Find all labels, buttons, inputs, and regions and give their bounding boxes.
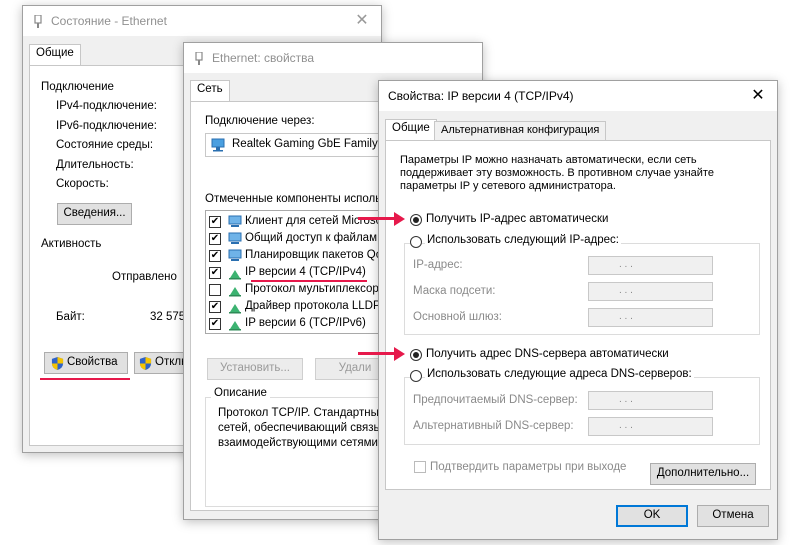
components-list[interactable]: ✔ Клиент для сетей Microsoft ✔ Общий дос…	[205, 210, 395, 334]
ethernet-icon	[195, 52, 203, 65]
tab-general[interactable]: Общие	[385, 119, 437, 141]
alternate-dns-field[interactable]: . . .	[588, 417, 713, 436]
component-label: Протокол мультиплексор	[245, 283, 379, 295]
component-label: IP версии 6 (TCP/IPv6)	[245, 317, 366, 329]
alternate-dns-label: Альтернативный DNS-сервер:	[413, 420, 574, 432]
component-checkbox[interactable]: ✔	[209, 318, 221, 330]
auto-dns-radio[interactable]	[410, 349, 422, 361]
packet-scheduler-icon	[228, 249, 242, 261]
component-checkbox[interactable]: ✔	[209, 301, 221, 313]
intro-line: Параметры IP можно назначать автоматичес…	[400, 154, 697, 166]
ipv4-panel: Параметры IP можно назначать автоматичес…	[385, 140, 771, 490]
network-adapter-icon	[211, 138, 225, 152]
annotation-arrow-auto-dns	[358, 352, 396, 355]
network-client-icon	[228, 215, 242, 227]
details-button[interactable]: Сведения...	[57, 203, 132, 225]
component-checkbox[interactable]: ✔	[209, 233, 221, 245]
eth-props-titlebar[interactable]: Ethernet: свойства	[184, 43, 482, 73]
description-heading: Описание	[211, 387, 270, 399]
protocol-icon	[229, 321, 241, 331]
close-icon[interactable]: ✕	[749, 87, 767, 105]
window-title: Свойства: IP версии 4 (TCP/IPv4)	[388, 89, 574, 103]
component-checkbox[interactable]: ✔	[209, 250, 221, 262]
window-title: Ethernet: свойства	[212, 51, 315, 65]
protocol-icon	[229, 287, 241, 297]
ok-button[interactable]: OK	[616, 505, 688, 527]
close-icon[interactable]: ✕	[353, 12, 371, 30]
status-titlebar[interactable]: Состояние - Ethernet ✕	[23, 6, 381, 36]
auto-ip-radio[interactable]	[410, 214, 422, 226]
install-button[interactable]: Установить...	[207, 358, 303, 380]
ethernet-icon	[34, 15, 42, 28]
component-label: Общий доступ к файлам и	[245, 232, 387, 244]
shield-icon	[139, 357, 152, 370]
component-label: Драйвер протокола LLDP	[245, 300, 381, 312]
ip-address-label: IP-адрес:	[413, 259, 463, 271]
ipv4-label: IPv4-подключение:	[56, 100, 157, 112]
ipv4-titlebar[interactable]: Свойства: IP версии 4 (TCP/IPv4) ✕	[379, 81, 777, 111]
shield-icon	[51, 357, 64, 370]
description-line: взаимодействующими сетями.	[218, 437, 382, 449]
file-sharing-icon	[228, 232, 242, 244]
window-title: Состояние - Ethernet	[51, 14, 167, 28]
activity-heading: Активность	[41, 238, 102, 250]
speed-label: Скорость:	[56, 178, 109, 190]
properties-button[interactable]: Свойства	[44, 352, 128, 374]
connect-via-label: Подключение через:	[205, 115, 315, 127]
properties-annotation-underline	[40, 378, 130, 380]
component-checkbox[interactable]	[209, 284, 221, 296]
component-checkbox[interactable]: ✔	[209, 267, 221, 279]
bytes-label: Байт:	[56, 311, 85, 323]
protocol-icon	[229, 304, 241, 314]
tab-general[interactable]: Общие	[29, 44, 81, 66]
ip-address-field[interactable]: . . .	[588, 256, 713, 275]
description-line: Протокол TCP/IP. Стандартный	[218, 407, 386, 419]
advanced-button[interactable]: Дополнительно...	[650, 463, 756, 485]
duration-label: Длительность:	[56, 159, 134, 171]
connection-heading: Подключение	[41, 81, 114, 93]
annotation-arrowhead-auto-ip	[394, 212, 405, 226]
manual-dns-radio[interactable]	[410, 370, 422, 382]
description-line: сетей, обеспечивающий связь	[218, 422, 380, 434]
ipv4-properties-window: Свойства: IP версии 4 (TCP/IPv4) ✕ Общие…	[378, 80, 778, 540]
auto-dns-label[interactable]: Получить адрес DNS-сервера автоматически	[426, 348, 669, 360]
intro-line: поддерживает эту возможность. В противно…	[400, 167, 714, 179]
adapter-name: Realtek Gaming GbE Family C	[232, 138, 390, 150]
subnet-mask-label: Маска подсети:	[413, 285, 496, 297]
auto-ip-label[interactable]: Получить IP-адрес автоматически	[426, 213, 608, 225]
subnet-mask-field[interactable]: . . .	[588, 282, 713, 301]
protocol-icon	[229, 270, 241, 280]
ipv6-label: IPv6-подключение:	[56, 120, 157, 132]
annotation-arrow-auto-ip	[358, 217, 396, 220]
ipv4-annotation-underline	[251, 280, 367, 282]
manual-dns-label[interactable]: Использовать следующие адреса DNS-сервер…	[425, 368, 694, 380]
gateway-label: Основной шлюз:	[413, 311, 502, 323]
components-label: Отмеченные компоненты использ	[205, 193, 387, 205]
adapter-box: Realtek Gaming GbE Family C	[205, 133, 395, 157]
annotation-arrowhead-auto-dns	[394, 347, 405, 361]
validate-label: Подтвердить параметры при выходе	[430, 461, 627, 473]
intro-line: параметры IP у сетевого администратора.	[400, 180, 616, 192]
sent-label: Отправлено	[112, 271, 177, 283]
component-label: Планировщик пакетов Qo	[245, 249, 383, 261]
component-checkbox[interactable]: ✔	[209, 216, 221, 228]
preferred-dns-label: Предпочитаемый DNS-сервер:	[413, 394, 578, 406]
bytes-sent-value: 32 575	[150, 311, 186, 323]
cancel-button[interactable]: Отмена	[697, 505, 769, 527]
manual-ip-radio[interactable]	[410, 236, 422, 248]
properties-button-label: Свойства	[67, 356, 118, 368]
preferred-dns-field[interactable]: . . .	[588, 391, 713, 410]
tab-alternate-config[interactable]: Альтернативная конфигурация	[434, 121, 607, 140]
manual-ip-label[interactable]: Использовать следующий IP-адрес:	[425, 234, 621, 246]
tab-network[interactable]: Сеть	[190, 80, 230, 102]
gateway-field[interactable]: . . .	[588, 308, 713, 327]
media-state-label: Состояние среды:	[56, 139, 154, 151]
validate-checkbox[interactable]	[414, 461, 426, 473]
component-label: IP версии 4 (TCP/IPv4)	[245, 266, 366, 278]
